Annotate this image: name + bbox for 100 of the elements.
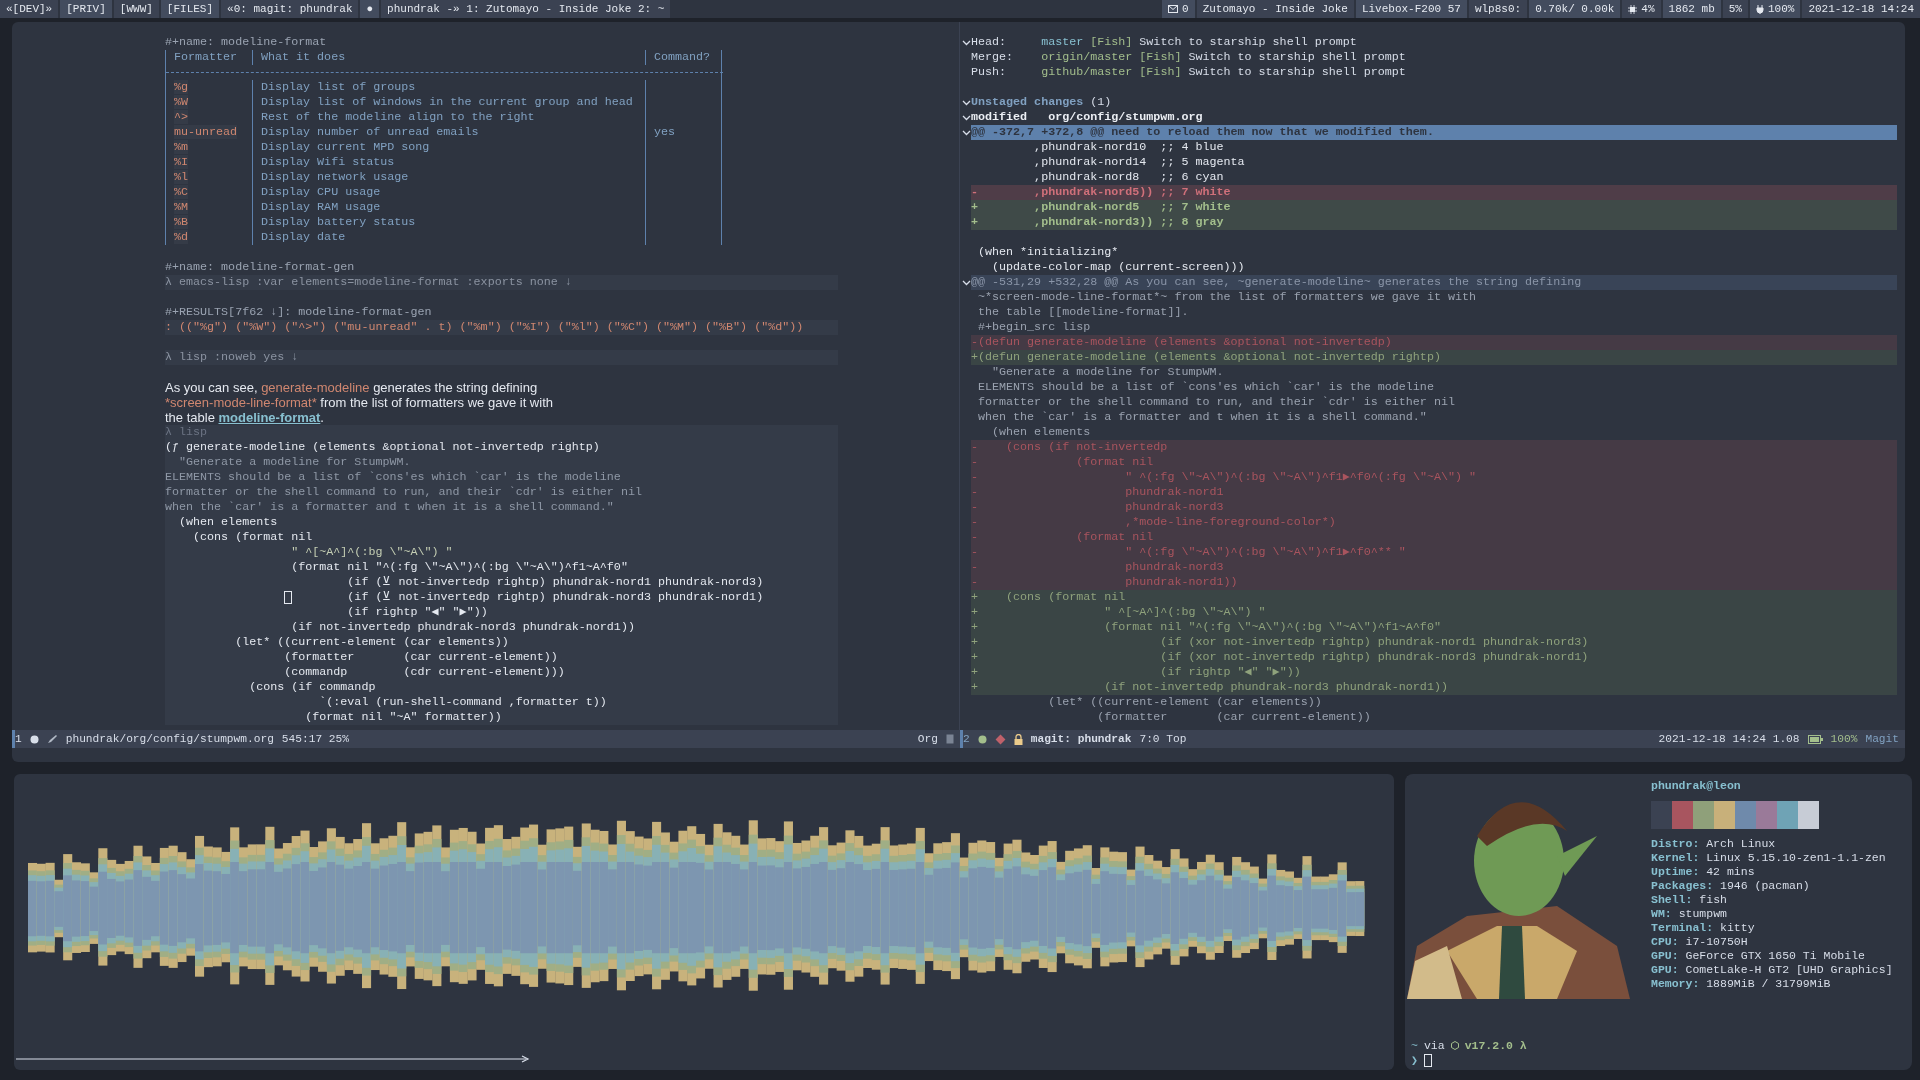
prompt-directory: ~ [1411,1038,1418,1053]
mail-icon [1168,5,1179,13]
paragraph: As you can see, generate-modeline generates the string defining *screen-mode-line-format* from the list of formatters we gave it with the table modeline-format. [165,380,554,425]
ref-line: Push: github/master [Fish] Switch to starship shell prompt [971,65,1406,80]
keyword-line: #+name: modeline-format [165,35,328,50]
table-cell: Display network usage [261,170,409,184]
table-cell: %m [174,140,189,154]
status-text: 5% [1728,2,1742,17]
code-line: "Generate a modeline for StumpWM. [178,455,412,470]
table-cell: Rest of the modeline align to the right [261,110,535,124]
code-line: (formatter (car current-element)) [283,650,559,665]
prompt-symbol: ❯ [1411,1053,1418,1068]
status-text: 100% [1767,2,1795,17]
info-line: GPU: CometLake-H GT2 [UHD Graphics] [1651,963,1893,977]
table-cell: %l [174,170,189,184]
cursor-position: 545:17 25% [281,732,349,747]
table-header-cell: Formatter [166,50,253,65]
code-line: (format nil "~A" formatter)) [304,710,503,725]
ref-line: Head: master [Fish] Switch to starship shell prompt [971,35,1357,50]
status-text: 0 [1182,2,1189,17]
node-version: v17.2.0 λ [1464,1038,1527,1053]
diff-line: when the `car' is a formatter and t when it is a shell command." [977,410,1428,425]
table-cell: yes [654,125,676,139]
info-line: Uptime: 42 mins [1651,865,1756,879]
table-cell: %B [174,215,189,229]
diff-line: formatter or the shell command to run, and their `cdr' is either nil [977,395,1456,410]
code-line: formatter or the shell command to run, and their `cdr' is either nil [165,485,643,500]
battery-level: 100% [1830,732,1858,747]
file-icon [946,734,954,744]
info-line: Distro: Arch Linux [1651,837,1777,851]
section-heading[interactable]: Unstaged changes (1) [971,95,1112,110]
cursor-position: 7:0 Top [1139,732,1187,747]
bar-item[interactable]: [FILES] [160,0,220,18]
bar-item[interactable]: ● [360,0,380,18]
table-cell: %W [174,95,189,109]
info-line: Terminal: kitty [1651,921,1756,935]
keyword-line: #+RESULTS[7f62 ↓]: modeline-format-gen [165,305,433,320]
bar-item[interactable]: phundrak -» 1: Zutomayo - Inside Joke 2: ~ [381,0,671,18]
diff-line: (update-color-map (current-screen))) [991,260,1246,275]
bar-item[interactable]: «[DEV]» [0,0,59,18]
diff-line: ,phundrak-nord10 ;; 4 blue [1033,140,1225,155]
table-cell: Display list of windows in the current group and head [261,95,633,109]
table-cell: %g [174,80,189,94]
status-text: Zutomayo - Inside Joke [1202,2,1348,17]
table-cell: Display number of unread emails [261,125,479,139]
diff-line: (when *initializing* [977,245,1120,260]
status-text: 2021-12-18 14:24 [1808,2,1914,17]
info-line: Kernel: Linux 5.15.10-zen1-1.1-zen [1651,851,1887,865]
file-heading[interactable]: modified org/config/stumpwm.org [971,110,1203,125]
lock-icon [1013,733,1023,745]
plug-icon [1755,4,1764,14]
major-mode: Magit [1865,732,1899,747]
table-cell: ^> [174,110,189,124]
prompt-via: via [1423,1038,1445,1053]
table-cell: %C [174,185,189,199]
table-cell: Display list of groups [261,80,416,94]
info-line: Shell: fish [1651,893,1728,907]
table-header-cell-text: Command? [653,50,712,65]
status-dot-icon [977,734,987,744]
code-line: (if (⊻ not-invertedp rightp) phundrak-nord3 phundrak-nord1) [165,590,838,605]
diff-line: "Generate a modeline for StumpWM. [991,365,1225,380]
table-cell: %M [174,200,189,214]
code-line: (commandp (cdr current-element))) [283,665,566,680]
window-number: 1 [15,732,22,747]
status-text: 4% [1641,2,1655,17]
diff-line: ,phundrak-nord8 ;; 6 cyan [1033,170,1225,185]
diff-line: (let* ((current-element (car elements)) [1047,695,1323,710]
src-block-header[interactable]: λ emacs-lisp :var elements=modeline-format :exports none ↓ [165,275,838,290]
bar-item[interactable]: «0: magit: phundrak [221,0,359,18]
diff-line: #+begin_src lisp [977,320,1092,335]
status-dot-icon [29,734,39,744]
table-header-cell: What it does [253,50,646,65]
code-line: `(:eval (run-shell-command ,formatter t)) [318,695,608,710]
battery-icon [1807,734,1823,744]
bar-item[interactable]: [WWW] [113,0,159,18]
bar-item[interactable]: [PRIV] [60,0,112,18]
diff-line: (when elements [991,425,1092,440]
code-line: " ^[~A^]^(:bg \"~A\") " [290,545,454,560]
table-cell: Display date [261,230,346,244]
src-block-header[interactable]: λ lisp :noweb yes ↓ [165,350,838,365]
date-time: 2021-12-18 14:24 1.08 [1658,732,1800,747]
cpu-icon [1628,4,1638,14]
code-line: (if rightp "◀" "▶")) [346,605,489,620]
code-line: (if not-invertedp phundrak-nord3 phundrak-nord1)) [290,620,636,635]
diff-line: ,phundrak-nord14 ;; 5 magenta [1033,155,1246,170]
status-text: 1862 mb [1668,2,1715,17]
code-line: (if (⊻ not-invertedp rightp) phundrak-nord1 phundrak-nord3) [346,575,765,590]
table-cell: Display battery status [261,215,416,229]
table-cell: Display CPU usage [261,185,381,199]
status-text: wlp8s0: [1474,2,1522,17]
info-line: CPU: i7-10750H [1651,935,1749,949]
code-line: (ƒ generate-modeline (elements &optional not-invertedp rightp) [165,440,601,455]
code-line: when the `car' is a formatter and t when it is a shell command." [165,500,615,515]
code-line: (let* ((current-element (car elements)) [234,635,510,650]
diff-line: the table [[modeline-format]]. [977,305,1190,320]
text-cursor [1423,1054,1432,1067]
user-host: phundrak@leon [1651,779,1742,793]
code-line: (format nil "^(:fg \"~A\")^(:bg \"~A\")^f1~A^f0" [290,560,629,575]
status-text: 0.70k/ 0.00k [1535,2,1615,17]
table-cell: Display current MPD song [261,140,430,154]
